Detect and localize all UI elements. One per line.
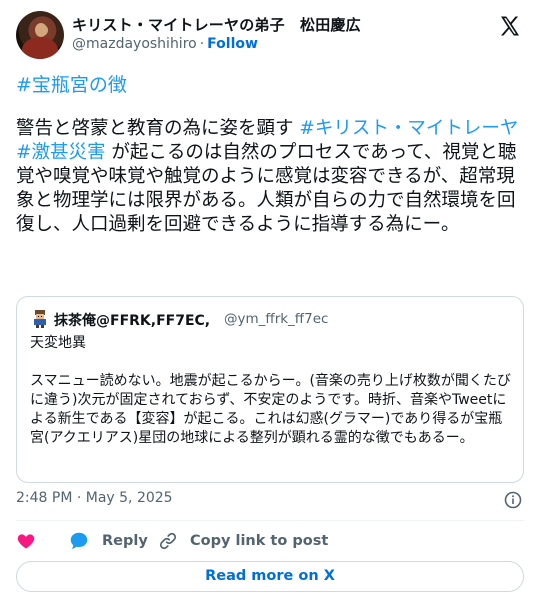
hashtag-link-disaster[interactable]: #激甚災害: [16, 142, 106, 163]
quoted-post[interactable]: 抹茶俺@FFRK,FF7EC, @ym_ffrk_ff7ec 天変地異 スマニュ…: [16, 296, 524, 483]
quoted-author-avatar: [34, 310, 46, 328]
action-bar: Reply Copy link to post: [16, 529, 524, 553]
post-body-text: 警告と啓蒙と教育の為に姿を顕す #キリスト・マイトレーヤ #激甚災害 が起こるのは…: [16, 117, 528, 237]
quoted-post-text: 天変地異 スマニュー読めない。地震が起こるからー。(音楽の売り上げ枚数が聞くたび…: [30, 335, 511, 446]
info-icon[interactable]: [504, 491, 522, 509]
copy-link-button[interactable]: Copy link to post: [158, 529, 328, 553]
hashtag-link-christ-maitreya[interactable]: #キリスト・マイトレーヤ: [299, 118, 518, 139]
author-display-name[interactable]: キリスト・マイトレーヤの弟子 松田慶広: [72, 14, 361, 35]
like-button[interactable]: [16, 529, 48, 553]
follow-link[interactable]: Follow: [207, 36, 258, 52]
author-handle[interactable]: @mazdayoshihiro: [72, 36, 197, 52]
embedded-post-card: キリスト・マイトレーヤの弟子 松田慶広 @mazdayoshihiro · Foll…: [0, 0, 540, 608]
read-more-on-x-button[interactable]: Read more on X: [16, 561, 524, 592]
x-logo-icon[interactable]: [498, 14, 522, 38]
author-avatar[interactable]: [16, 11, 64, 59]
divider: [16, 520, 524, 521]
reply-label: Reply: [102, 533, 148, 549]
body-text-part1: 警告と啓蒙と教育の為に姿を顕す: [16, 118, 300, 139]
link-icon: [159, 532, 177, 550]
reply-button[interactable]: Reply: [68, 529, 148, 553]
author-handle-row: @mazdayoshihiro · Follow: [72, 36, 258, 52]
copy-link-label: Copy link to post: [190, 533, 329, 549]
quoted-author-name: 抹茶俺@FFRK,FF7EC,: [54, 313, 211, 329]
heart-icon: [17, 534, 35, 549]
separator-dot: ·: [199, 36, 205, 52]
hashtag-link-houbyoukyuu[interactable]: #宝瓶宮の徴: [16, 70, 127, 97]
post-header: キリスト・マイトレーヤの弟子 松田慶広 @mazdayoshihiro · Foll…: [16, 11, 524, 59]
quoted-author-handle: @ym_ffrk_ff7ec: [224, 311, 329, 327]
post-timestamp[interactable]: 2:48 PM · May 5, 2025: [16, 490, 173, 506]
reply-bubble-icon: [70, 532, 88, 550]
